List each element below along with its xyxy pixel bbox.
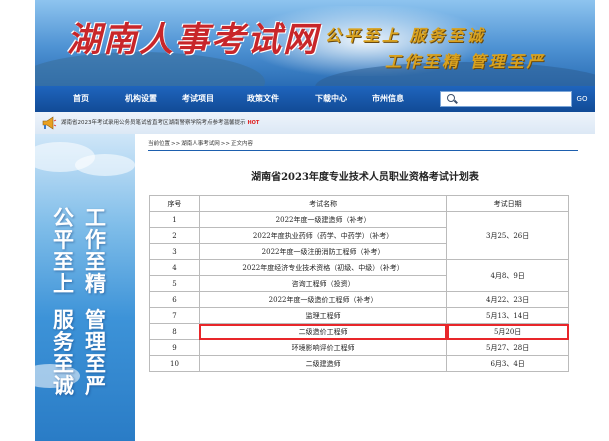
site-banner: 湖南人事考试网 公平至上 服务至诚 工作至精 管理至严: [35, 0, 595, 86]
cell-no: 1: [149, 211, 200, 228]
cell-date: 4月8、9日: [446, 259, 569, 292]
nav-item-exams[interactable]: 考试项目: [182, 86, 214, 112]
cell-name: 2022年度经济专业技术资格（初级、中级）（补考）: [198, 259, 448, 276]
cell-name: 2022年度一级建造师（补考）: [198, 211, 448, 228]
table-row: 7 监理工程师 5月13、14日: [149, 307, 569, 324]
breadcrumb-prefix: 当前位置: [148, 141, 171, 147]
table-row: 1 2022年度一级建造师（补考） 3月25、26日: [149, 211, 569, 260]
breadcrumb: 当前位置>>湖南人事考试网>>正文内容: [148, 139, 253, 147]
cell-no: 9: [149, 339, 200, 356]
cell-no: 3: [149, 243, 200, 260]
search-icon: [447, 94, 455, 102]
cell-date-highlighted: 5月20日: [446, 323, 569, 340]
slogan-panel: 公 平 至 上 服 务 至 诚 工 作 至 精 管 理 至 严: [35, 134, 135, 441]
slogan-line-2: 工作至精 管理至严: [385, 52, 546, 71]
megaphone-icon: [42, 116, 57, 130]
hot-badge: HOT: [247, 120, 260, 126]
nav-item-policy[interactable]: 政策文件: [247, 86, 279, 112]
notice-link[interactable]: 湖南省2023年考试录用公务员笔试省直考区湖南警察学院考点参考温馨提示: [61, 120, 246, 126]
cell-no: 2: [149, 227, 200, 244]
cell-no: 6: [149, 291, 200, 308]
notice-bar: 湖南省2023年考试录用公务员笔试省直考区湖南警察学院考点参考温馨提示 HOT: [35, 112, 595, 135]
table-header-row: 序号 考试名称 考试日期: [149, 195, 569, 212]
document-title: 湖南省2023年度专业技术人员职业资格考试计划表: [251, 172, 479, 183]
page: 湖南人事考试网 公平至上 服务至诚 工作至精 管理至严 首页 机构设置 考试项目…: [35, 0, 595, 441]
site-title: 湖南人事考试网: [67, 20, 319, 60]
cell-date: 5月27、28日: [446, 339, 569, 356]
breadcrumb-separator: >>: [220, 141, 230, 147]
cell-name: 监理工程师: [198, 307, 448, 324]
slogan-char: 精: [85, 271, 106, 296]
nav-item-organization[interactable]: 机构设置: [125, 86, 157, 112]
cell-no: 8: [149, 323, 200, 340]
cell-name: 2022年度执业药师（药学、中药学）（补考）: [198, 227, 448, 244]
column-header-name: 考试名称: [198, 195, 448, 212]
cell-name: 二级建造师: [198, 355, 448, 372]
column-header-no: 序号: [149, 195, 200, 212]
cell-name: 2022年度一级造价工程师（补考）: [198, 291, 448, 308]
search-input[interactable]: [440, 91, 572, 107]
breadcrumb-separator: >>: [171, 141, 181, 147]
cell-date: 4月22、23日: [446, 291, 569, 308]
slogan-char: 诚: [53, 373, 74, 398]
slogan-line-1: 公平至上 服务至诚: [325, 26, 486, 45]
table-row: 4 2022年度经济专业技术资格（初级、中级）（补考） 4月8、9日: [149, 259, 569, 292]
cell-name: 2022年度一级注册消防工程师（补考）: [198, 243, 448, 260]
page-margin: [595, 0, 609, 441]
cell-no: 5: [149, 275, 200, 292]
breadcrumb-divider: [148, 150, 578, 151]
slogan-char: 上: [53, 271, 74, 296]
cell-no: 10: [149, 355, 200, 372]
column-header-date: 考试日期: [446, 195, 569, 212]
nav-item-downloads[interactable]: 下载中心: [315, 86, 347, 112]
main-content: 当前位置>>湖南人事考试网>>正文内容 湖南省2023年度专业技术人员职业资格考…: [135, 134, 595, 441]
cell-name: 咨询工程师（投资）: [198, 275, 448, 292]
cell-date: 5月13、14日: [446, 307, 569, 324]
nav-item-city-info[interactable]: 市州信息: [372, 86, 404, 112]
breadcrumb-home-link[interactable]: 湖南人事考试网: [181, 141, 220, 147]
table-row: 10 二级建造师 6月3、4日: [149, 355, 569, 372]
cell-date: 3月25、26日: [446, 211, 569, 260]
main-nav: 首页 机构设置 考试项目 政策文件 下载中心 市州信息 GO: [35, 86, 595, 112]
cell-no: 4: [149, 259, 200, 276]
nav-item-home[interactable]: 首页: [73, 86, 89, 112]
go-button[interactable]: GO: [573, 91, 591, 107]
cloud-decoration: [75, 154, 135, 176]
cell-name-highlighted: 二级造价工程师: [198, 323, 448, 340]
table-row-highlighted: 8 二级造价工程师 5月20日: [149, 323, 569, 340]
cell-name: 环境影响评价工程师: [198, 339, 448, 356]
breadcrumb-current: 正文内容: [230, 141, 253, 147]
exam-schedule-table: 序号 考试名称 考试日期 1 2022年度一级建造师（补考） 3月25、26日 …: [149, 195, 569, 372]
table-row: 6 2022年度一级造价工程师（补考） 4月22、23日: [149, 291, 569, 308]
cell-date: 6月3、4日: [446, 355, 569, 372]
table-row: 9 环境影响评价工程师 5月27、28日: [149, 339, 569, 356]
slogan-char: 严: [85, 373, 106, 398]
cell-no: 7: [149, 307, 200, 324]
